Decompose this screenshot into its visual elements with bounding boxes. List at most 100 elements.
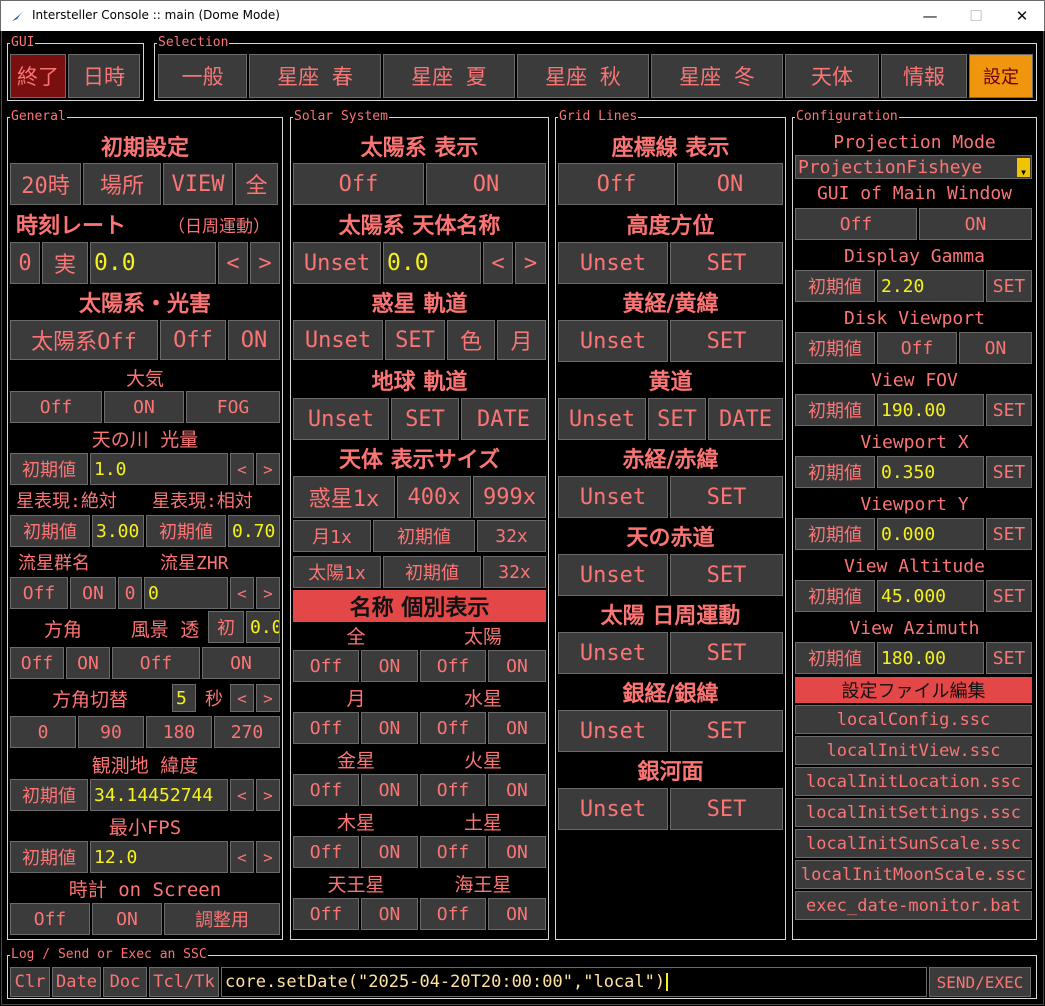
- body-0-b-off-button[interactable]: Off: [420, 650, 486, 682]
- log-button-1[interactable]: Date: [52, 967, 101, 997]
- grid-display-on-button[interactable]: ON: [677, 163, 783, 205]
- grid-item-2-set-button[interactable]: SET: [648, 398, 706, 440]
- grid-item-3-unset-button[interactable]: Unset: [558, 476, 668, 518]
- milkyway-left-arrow-button[interactable]: <: [230, 453, 254, 485]
- config-file-button-4[interactable]: localInitSunScale.ssc: [795, 829, 1032, 858]
- alt-value-input[interactable]: 45.000: [877, 580, 984, 612]
- init-button-2[interactable]: VIEW: [163, 163, 233, 205]
- body-3-a-on-button[interactable]: ON: [361, 836, 418, 868]
- grid-item-7-set-button[interactable]: SET: [670, 788, 783, 830]
- body-1-b-on-button[interactable]: ON: [488, 712, 546, 744]
- vx-reset-button[interactable]: 初期値: [795, 456, 875, 488]
- alt-set-button[interactable]: SET: [986, 580, 1032, 612]
- body-2-b-off-button[interactable]: Off: [420, 774, 486, 806]
- log-button-3[interactable]: Tcl/Tk: [149, 967, 219, 997]
- close-button[interactable]: ✕: [999, 1, 1045, 32]
- grid-item-3-set-button[interactable]: SET: [670, 476, 783, 518]
- gui-main-off-button[interactable]: Off: [795, 208, 917, 240]
- solar-names-value-input[interactable]: 0.0: [383, 242, 481, 284]
- angle-button-2[interactable]: 180: [146, 716, 212, 748]
- grid-item-2-date-button[interactable]: DATE: [708, 398, 783, 440]
- planet-orbit-unset-button[interactable]: Unset: [293, 320, 383, 360]
- init-button-1[interactable]: 場所: [83, 163, 161, 205]
- tab-4[interactable]: 星座 冬: [651, 54, 783, 98]
- tab-2[interactable]: 星座 夏: [383, 54, 515, 98]
- fps-left-arrow-button[interactable]: <: [230, 841, 254, 873]
- landscape-on-button[interactable]: ON: [202, 647, 280, 679]
- tab-6[interactable]: 情報: [881, 54, 967, 98]
- rate-left-arrow-button[interactable]: <: [218, 242, 248, 284]
- grid-item-7-unset-button[interactable]: Unset: [558, 788, 668, 830]
- tab-5[interactable]: 天体: [785, 54, 879, 98]
- meteor-on-button[interactable]: ON: [70, 577, 116, 609]
- landscape-init-button[interactable]: 初: [208, 611, 244, 643]
- planet-orbit-color-button[interactable]: 色: [447, 320, 495, 360]
- direction-off-button[interactable]: Off: [10, 647, 64, 679]
- az-value-input[interactable]: 180.00: [877, 642, 984, 674]
- body-3-b-on-button[interactable]: ON: [488, 836, 546, 868]
- fps-reset-button[interactable]: 初期値: [10, 841, 88, 873]
- angle-button-3[interactable]: 270: [214, 716, 280, 748]
- vx-value-input[interactable]: 0.350: [877, 456, 984, 488]
- earth-orbit-set-button[interactable]: SET: [391, 398, 459, 440]
- gui-main-on-button[interactable]: ON: [919, 208, 1032, 240]
- config-file-button-2[interactable]: localInitLocation.ssc: [795, 767, 1032, 796]
- size-999x-button[interactable]: 999x: [473, 476, 546, 518]
- minimize-button[interactable]: —: [907, 1, 953, 32]
- az-set-button[interactable]: SET: [986, 642, 1032, 674]
- grid-item-2-unset-button[interactable]: Unset: [558, 398, 646, 440]
- rate-value-input[interactable]: 0.0: [90, 242, 216, 284]
- gamma-set-button[interactable]: SET: [986, 270, 1032, 302]
- rate-real-button[interactable]: 実: [42, 242, 88, 284]
- dir-switch-right-arrow-button[interactable]: >: [256, 684, 280, 712]
- milkyway-reset-button[interactable]: 初期値: [10, 453, 88, 485]
- grid-item-0-unset-button[interactable]: Unset: [558, 242, 668, 284]
- milkyway-value-input[interactable]: 1.0: [90, 453, 228, 485]
- meteor-off-button[interactable]: Off: [10, 577, 68, 609]
- chevron-down-icon[interactable]: ▼: [1017, 158, 1030, 177]
- grid-item-6-set-button[interactable]: SET: [670, 710, 783, 752]
- tab-3[interactable]: 星座 秋: [517, 54, 649, 98]
- tab-7[interactable]: 設定: [969, 54, 1033, 98]
- rate-zero-button[interactable]: 0: [10, 242, 40, 284]
- grid-item-4-unset-button[interactable]: Unset: [558, 554, 668, 596]
- dir-switch-left-arrow-button[interactable]: <: [230, 684, 254, 712]
- disk-reset-button[interactable]: 初期値: [795, 332, 875, 364]
- landscape-off-button[interactable]: Off: [112, 647, 200, 679]
- light-off-button[interactable]: Off: [160, 320, 226, 360]
- star-abs-value-input[interactable]: 3.00: [92, 515, 144, 547]
- moon-size-32x-button[interactable]: 32x: [477, 520, 546, 552]
- milkyway-right-arrow-button[interactable]: >: [256, 453, 280, 485]
- config-file-button-3[interactable]: localInitSettings.ssc: [795, 798, 1032, 827]
- vy-reset-button[interactable]: 初期値: [795, 518, 875, 550]
- clock-on-button[interactable]: ON: [92, 903, 162, 935]
- disk-off-button[interactable]: Off: [877, 332, 957, 364]
- solar-display-on-button[interactable]: ON: [426, 163, 546, 205]
- body-4-a-off-button[interactable]: Off: [293, 898, 359, 930]
- body-4-b-off-button[interactable]: Off: [420, 898, 486, 930]
- vx-set-button[interactable]: SET: [986, 456, 1032, 488]
- atmo-on-button[interactable]: ON: [104, 391, 184, 423]
- sun-size-reset-button[interactable]: 初期値: [383, 556, 481, 588]
- moon-size-button[interactable]: 月1x: [293, 520, 371, 552]
- log-button-0[interactable]: Clr: [10, 967, 50, 997]
- star-rel-value-input[interactable]: 0.70: [228, 515, 280, 547]
- solar-names-left-arrow-button[interactable]: <: [483, 242, 513, 284]
- body-0-b-on-button[interactable]: ON: [488, 650, 546, 682]
- vy-value-input[interactable]: 0.000: [877, 518, 984, 550]
- earth-orbit-date-button[interactable]: DATE: [461, 398, 546, 440]
- body-0-a-off-button[interactable]: Off: [293, 650, 359, 682]
- size-400x-button[interactable]: 400x: [397, 476, 471, 518]
- quit-button[interactable]: 終了: [10, 54, 66, 98]
- meteor-zero-button[interactable]: 0: [118, 577, 142, 609]
- body-1-a-off-button[interactable]: Off: [293, 712, 359, 744]
- config-file-button-5[interactable]: localInitMoonScale.ssc: [795, 860, 1032, 889]
- body-1-a-on-button[interactable]: ON: [361, 712, 418, 744]
- star-rel-reset-button[interactable]: 初期値: [146, 515, 226, 547]
- rate-right-arrow-button[interactable]: >: [250, 242, 280, 284]
- body-1-b-off-button[interactable]: Off: [420, 712, 486, 744]
- fov-value-input[interactable]: 190.00: [877, 394, 984, 426]
- send-exec-button[interactable]: SEND/EXEC: [929, 967, 1031, 997]
- direction-on-button[interactable]: ON: [66, 647, 110, 679]
- moon-size-reset-button[interactable]: 初期値: [373, 520, 475, 552]
